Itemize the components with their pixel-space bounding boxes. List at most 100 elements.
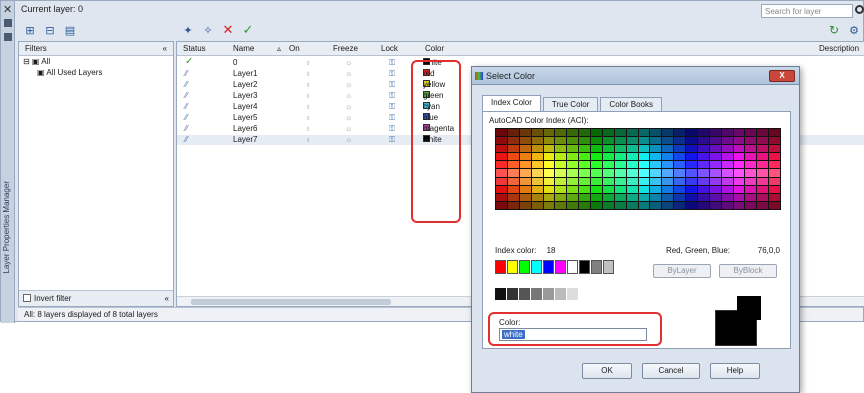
layer-status-icon[interactable]: ⁄⁄ (185, 102, 188, 111)
index-color-label: Index color: (495, 246, 537, 255)
layer-status-icon[interactable]: ⁄⁄ (185, 91, 188, 100)
lock-icon[interactable]: ⚿ (389, 69, 395, 79)
auto-hide-icon[interactable] (4, 19, 12, 27)
tree-item-all[interactable]: ⊟ ▣ All (19, 56, 173, 67)
lightbulb-icon[interactable]: ♁ (305, 58, 311, 67)
lock-icon[interactable]: ⚿ (389, 124, 395, 134)
lock-icon[interactable]: ⚿ (389, 58, 395, 68)
new-property-filter-icon[interactable]: ⊞ (23, 23, 37, 37)
index-color-value: 18 (546, 246, 556, 255)
layer-name[interactable]: Layer6 (233, 124, 257, 133)
layer-name[interactable]: Layer5 (233, 113, 257, 122)
lock-icon[interactable]: ⚿ (389, 91, 395, 101)
sun-icon[interactable]: ☼ (345, 124, 352, 133)
dialog-title: Select Color (486, 71, 536, 81)
help-button[interactable]: Help (710, 363, 760, 379)
col-description[interactable]: Description (819, 44, 859, 53)
col-freeze[interactable]: Freeze (333, 44, 358, 53)
invert-filter-row: Invert filter « (19, 290, 173, 306)
sun-icon[interactable]: ☼ (345, 135, 352, 144)
layer-name[interactable]: Layer3 (233, 91, 257, 100)
tab-color-books[interactable]: Color Books (600, 97, 662, 111)
byblock-button[interactable]: ByBlock (719, 264, 777, 278)
sun-icon[interactable]: ☼ (345, 91, 352, 100)
search-input[interactable]: Search for layer (761, 4, 853, 18)
rgb-label: Red, Green, Blue: (665, 246, 730, 255)
rgb-value: 76,0,0 (757, 246, 780, 255)
sun-icon[interactable]: ☼ (345, 69, 352, 78)
tab-index-color[interactable]: Index Color (482, 95, 541, 111)
layer-name[interactable]: Layer1 (233, 69, 257, 78)
lock-icon[interactable]: ⚿ (389, 102, 395, 112)
filter-tree-header: Filters « (19, 42, 173, 56)
layer-states-manager-icon[interactable]: ▤ (63, 23, 77, 37)
layer-name[interactable]: Layer4 (233, 102, 257, 111)
standard-colors-row[interactable] (495, 260, 615, 274)
lightbulb-icon[interactable]: ♁ (305, 91, 311, 100)
search-icon[interactable] (855, 5, 864, 14)
layer-name[interactable]: Layer2 (233, 80, 257, 89)
lock-icon[interactable]: ⚿ (389, 80, 395, 90)
lightbulb-icon[interactable]: ♁ (305, 135, 311, 144)
layer-status-icon[interactable]: ⁄⁄ (185, 69, 188, 78)
col-name[interactable]: Name (233, 44, 254, 53)
refresh-toolbar: ↻ ⚙ (827, 21, 861, 39)
aci-color-palette[interactable] (495, 128, 781, 210)
close-icon[interactable]: ✕ (3, 3, 12, 16)
sun-icon[interactable]: ☼ (345, 102, 352, 111)
collapse-tree-icon[interactable]: « (165, 294, 169, 303)
layer-name[interactable]: 0 (233, 58, 237, 67)
col-on[interactable]: On (289, 44, 300, 53)
sun-icon[interactable]: ☼ (345, 113, 352, 122)
col-lock[interactable]: Lock (381, 44, 398, 53)
index-color-readout: Index color: 18 (495, 246, 556, 255)
current-layer-label: Current layer: 0 (21, 4, 84, 14)
layer-status-icon[interactable]: ⁄⁄ (185, 113, 188, 122)
color-column-highlight (411, 60, 461, 223)
layer-status-icon[interactable]: ⁄⁄ (185, 124, 188, 133)
new-layer-vp-frozen-icon[interactable]: ✧ (201, 23, 215, 37)
col-status[interactable]: Status (183, 44, 206, 53)
new-group-filter-icon[interactable]: ⊟ (43, 23, 57, 37)
new-layer-icon[interactable]: ✦ (181, 23, 195, 37)
dialog-tabs: Index Color True Color Color Books (482, 95, 664, 111)
tab-true-color[interactable]: True Color (542, 97, 599, 111)
ok-button[interactable]: OK (582, 363, 632, 379)
layer-list-header: Status Name ▵ On Freeze Lock Color Descr… (177, 42, 864, 56)
col-color[interactable]: Color (425, 44, 444, 53)
refresh-icon[interactable]: ↻ (827, 23, 841, 37)
lightbulb-icon[interactable]: ♁ (305, 102, 311, 111)
lightbulb-icon[interactable]: ♁ (305, 80, 311, 89)
settings-icon[interactable]: ⚙ (847, 23, 861, 37)
layer-toolbar: ✦ ✧ ✕ ✓ (181, 21, 255, 39)
cancel-button[interactable]: Cancel (642, 363, 700, 379)
current-layer-check-icon[interactable]: ✓ (185, 56, 193, 67)
set-current-icon[interactable]: ✓ (241, 22, 255, 37)
new-color-preview (737, 296, 761, 320)
lightbulb-icon[interactable]: ♁ (305, 124, 311, 133)
palette-side-strip: ✕ Layer Properties Manager (1, 1, 15, 323)
color-input-highlight (488, 312, 662, 346)
dialog-close-button[interactable]: X (769, 70, 795, 82)
layer-status-icon[interactable]: ⁄⁄ (185, 80, 188, 89)
lock-icon[interactable]: ⚿ (389, 135, 395, 145)
tree-item-all-used[interactable]: ▣ All Used Layers (19, 67, 173, 78)
lightbulb-icon[interactable]: ♁ (305, 69, 311, 78)
properties-icon[interactable] (4, 33, 12, 41)
invert-filter-checkbox[interactable]: Invert filter (23, 294, 71, 303)
lightbulb-icon[interactable]: ♁ (305, 113, 311, 122)
sun-icon[interactable]: ☼ (345, 80, 352, 89)
sort-icon: ▵ (277, 44, 282, 53)
lock-icon[interactable]: ⚿ (389, 113, 395, 123)
sun-icon[interactable]: ☼ (345, 58, 352, 67)
tree-item-label: All Used Layers (46, 68, 103, 77)
bylayer-button[interactable]: ByLayer (653, 264, 711, 278)
layer-name[interactable]: Layer7 (233, 135, 257, 144)
layer-status-icon[interactable]: ⁄⁄ (185, 135, 188, 144)
gray-shades-row[interactable] (495, 288, 579, 300)
filter-toolbar: ⊞ ⊟ ▤ (23, 21, 77, 39)
color-wheel-icon (475, 72, 483, 80)
delete-layer-icon[interactable]: ✕ (221, 22, 235, 37)
tree-item-label: All (41, 57, 51, 66)
collapse-icon[interactable]: « (163, 44, 167, 53)
